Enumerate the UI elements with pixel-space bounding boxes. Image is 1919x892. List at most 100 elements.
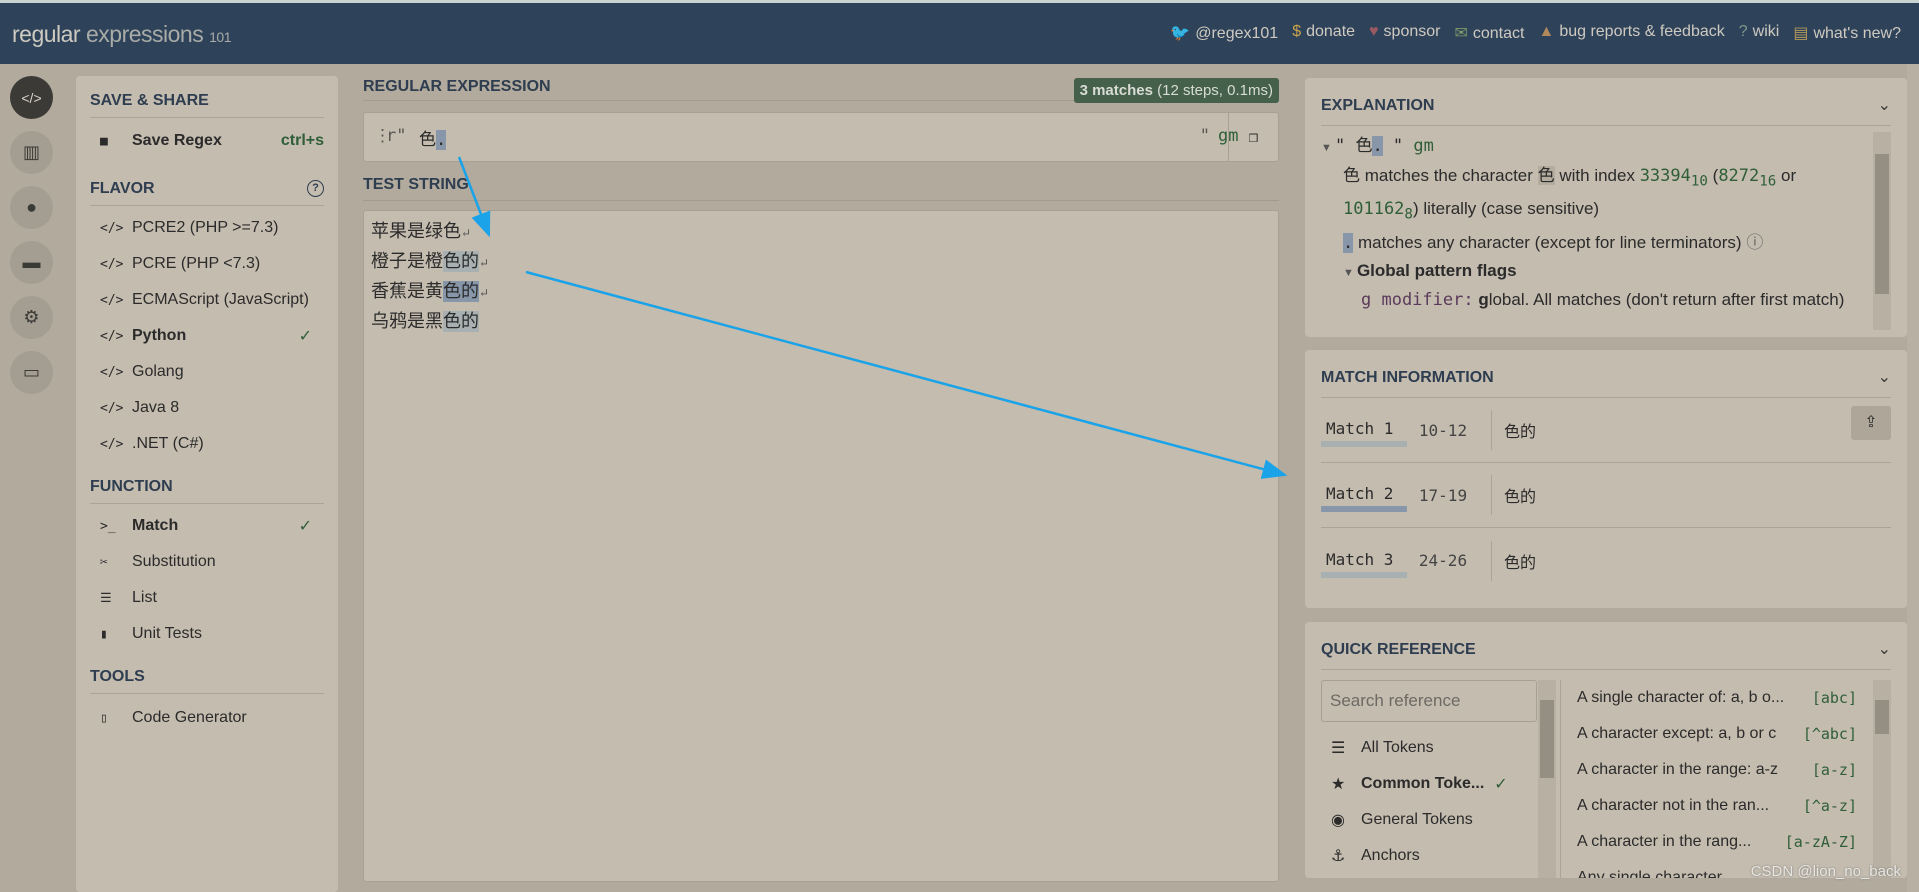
flavor-item[interactable]: </> Java 8 xyxy=(90,390,324,426)
nav-link[interactable]: ? wiki xyxy=(1739,23,1780,43)
rail-chat-button[interactable]: ▭ xyxy=(10,351,53,394)
export-share-icon[interactable]: ⇪ xyxy=(1851,406,1891,440)
chevron-down-icon[interactable]: ⌄ xyxy=(1878,630,1891,669)
stack-icon: ☰ xyxy=(1331,740,1346,757)
label: List xyxy=(132,589,157,606)
reference-desc: A character not in the ran... xyxy=(1577,797,1770,814)
explanation-tree: ▼ " 色. " gm 色 matches the character 色 wi… xyxy=(1321,136,1845,310)
match-range: 10-12 xyxy=(1418,420,1468,440)
function-item[interactable]: ✂ Substitution xyxy=(90,544,324,580)
rail-user-button[interactable]: ● xyxy=(10,186,53,229)
code-icon: </> xyxy=(100,400,124,416)
match-count-badge: 3 matches (12 steps, 0.1ms) xyxy=(1073,78,1279,103)
label: Unit Tests xyxy=(132,625,202,642)
code-icon: </> xyxy=(100,364,124,380)
reference-desc: A character in the range: a-z xyxy=(1577,761,1778,778)
scissors-icon: ✂ xyxy=(100,554,108,570)
explanation-panel: EXPLANATION ⌄ ▼ " 色. " gm 色 matches the c… xyxy=(1305,78,1907,337)
copy-icon[interactable]: ❐ xyxy=(1228,113,1278,161)
test-line: 香蕉是黄色的↵ xyxy=(371,281,490,302)
label: Common Toke... xyxy=(1361,775,1485,792)
save-label: Save Regex xyxy=(132,132,222,149)
check-icon: ✓ xyxy=(1494,776,1508,793)
code-icon: </> xyxy=(100,256,124,272)
rail-settings-gear-button[interactable]: ⚙ xyxy=(10,296,53,339)
news-icon: ▤ xyxy=(1793,25,1809,42)
label: ECMAScript (JavaScript) xyxy=(132,291,309,308)
flavor-item[interactable]: </> .NET (C#) xyxy=(90,426,324,462)
test-tube-icon: ▮ xyxy=(100,626,108,642)
star-icon: ★ xyxy=(1331,776,1346,793)
help-icon[interactable]: ? xyxy=(307,180,324,197)
anchor-icon: ⚓ xyxy=(1331,848,1346,865)
chevron-down-icon[interactable]: ⌄ xyxy=(1878,358,1891,397)
mail-icon: ✉ xyxy=(1454,25,1468,42)
regex-input[interactable]: ⋮ r" 色. " gm ❐ xyxy=(363,112,1279,162)
flavor-item[interactable]: </> ECMAScript (JavaScript) xyxy=(90,282,324,318)
match-info-heading: MATCH INFORMATION xyxy=(1321,369,1494,386)
reference-token: [a-zA-Z] xyxy=(1784,833,1857,851)
header-nav: 🐦 @regex101 $ donate ♥ sponsor ✉ contact ▲ bug re… xyxy=(1170,23,1901,43)
reference-item[interactable]: A character in the range: a-z [a-z] xyxy=(1561,752,1891,788)
reference-item[interactable]: A character in the rang... [a-zA-Z] xyxy=(1561,824,1891,860)
nav-link[interactable]: ✉ contact xyxy=(1454,23,1524,43)
explanation-heading: EXPLANATION xyxy=(1321,97,1435,114)
nav-link[interactable]: ▲ bug reports & feedback xyxy=(1538,23,1724,43)
match-highlight[interactable]: 色的 xyxy=(443,281,479,302)
reference-item[interactable]: A character except: a, b or c [^abc] xyxy=(1561,716,1891,752)
rail-library-button[interactable]: ▥ xyxy=(10,131,53,174)
check-icon: ✓ xyxy=(298,518,312,535)
label: General Tokens xyxy=(1361,811,1473,828)
match-highlight[interactable]: 色的 xyxy=(443,311,479,332)
flavor-item[interactable]: </> PCRE (PHP <7.3) xyxy=(90,246,324,282)
match-text: 色的 xyxy=(1504,487,1537,506)
match-row[interactable]: Match 2 17-19 色的 xyxy=(1321,463,1891,528)
nav-link[interactable]: ♥ sponsor xyxy=(1369,23,1440,43)
reference-category[interactable]: ◉ General Tokens xyxy=(1321,802,1560,838)
function-item[interactable]: ▮ Unit Tests xyxy=(90,616,324,652)
flavor-item[interactable]: </> Python ✓ xyxy=(90,318,324,354)
save-regex-button[interactable]: ■ Save Regex ctrl+s xyxy=(90,118,324,164)
help-icon[interactable]: ⓘ xyxy=(1746,233,1763,252)
reference-desc: A single character of: a, b o... xyxy=(1577,689,1785,706)
reference-category[interactable]: ☰ All Tokens xyxy=(1321,730,1560,766)
test-string-input[interactable]: 苹果是绿色↵ 橙子是橙色的↵ 香蕉是黄色的↵ 乌鸦是黑色的 xyxy=(363,210,1279,882)
reference-category[interactable]: ★ Common Toke... ✓ xyxy=(1321,766,1560,802)
newline-icon: ↵ xyxy=(479,256,490,270)
code-generator-item[interactable]: ▯ Code Generator xyxy=(90,700,324,736)
watermark: CSDN @lion_no_back xyxy=(1750,863,1901,880)
reference-desc: A character in the rang... xyxy=(1577,833,1752,850)
categories-scrollbar[interactable] xyxy=(1538,680,1556,878)
function-heading: FUNCTION xyxy=(90,470,324,504)
nav-link[interactable]: ▤ what's new? xyxy=(1793,23,1901,43)
label: Code Generator xyxy=(132,709,247,726)
label: Match xyxy=(132,517,179,534)
match-row[interactable]: Match 3 24-26 色的 xyxy=(1321,528,1891,593)
nav-label: contact xyxy=(1472,25,1525,42)
nav-link[interactable]: $ donate xyxy=(1292,23,1355,43)
test-line: 苹果是绿色↵ xyxy=(371,221,472,242)
regex-suffix: " xyxy=(1199,126,1210,146)
chevron-down-icon[interactable]: ⌄ xyxy=(1878,86,1891,125)
nav-label: bug reports & feedback xyxy=(1559,23,1725,40)
warning-icon: ▲ xyxy=(1538,23,1555,40)
reference-category[interactable]: ⚓ Anchors xyxy=(1321,838,1560,874)
reference-item[interactable]: A character not in the ran... [^a-z] xyxy=(1561,788,1891,824)
match-row[interactable]: Match 1 10-12 色的 xyxy=(1321,398,1891,463)
function-item[interactable]: ☰ List xyxy=(90,580,324,616)
flavor-item[interactable]: </> PCRE2 (PHP >=7.3) xyxy=(90,210,324,246)
rail-gamepad-button[interactable]: ▬ xyxy=(10,241,53,284)
match-name: Match 1 xyxy=(1321,419,1407,447)
reference-item[interactable]: A single character of: a, b o... [abc] xyxy=(1561,680,1891,716)
nav-link[interactable]: 🐦 @regex101 xyxy=(1170,23,1278,43)
rail-code-button[interactable]: </> xyxy=(10,76,53,119)
test-string-heading: TEST STRING xyxy=(363,176,1279,201)
match-highlight[interactable]: 色的 xyxy=(443,251,479,272)
search-reference-input[interactable] xyxy=(1321,680,1537,722)
reference-scrollbar[interactable] xyxy=(1873,680,1891,878)
logo[interactable]: regular expressions 101 xyxy=(12,21,231,48)
library-icon: ▥ xyxy=(22,142,40,162)
page-scrollbar[interactable] xyxy=(1907,64,1919,892)
function-item[interactable]: >_ Match ✓ xyxy=(90,508,324,544)
flavor-item[interactable]: </> Golang xyxy=(90,354,324,390)
